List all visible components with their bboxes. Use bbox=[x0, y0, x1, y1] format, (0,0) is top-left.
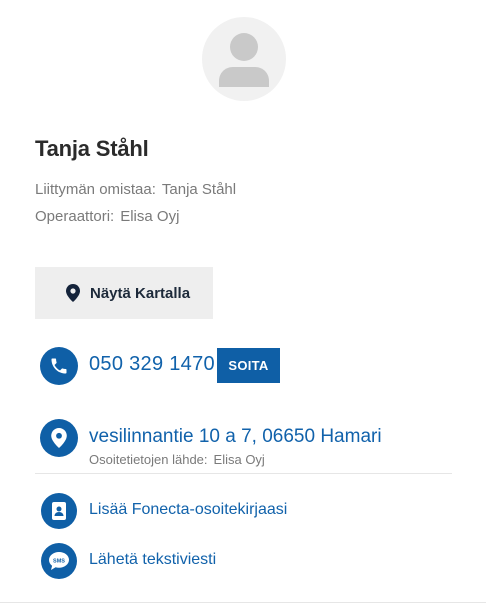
divider bbox=[35, 473, 452, 474]
show-on-map-button[interactable]: Näytä Kartalla bbox=[35, 267, 213, 319]
phone-number-link[interactable]: 050 329 1470 bbox=[89, 353, 215, 376]
phone-icon[interactable] bbox=[40, 347, 78, 385]
owner-row: Liittymän omistaa: Tanja Ståhl bbox=[35, 181, 236, 198]
owner-value: Tanja Ståhl bbox=[161, 181, 237, 198]
operator-label: Operaattori: bbox=[35, 208, 115, 225]
bottom-divider bbox=[0, 602, 486, 603]
person-icon bbox=[219, 33, 269, 87]
operator-row: Operaattori: Elisa Oyj bbox=[35, 208, 179, 225]
owner-label: Liittymän omistaa: bbox=[35, 181, 156, 198]
location-icon[interactable] bbox=[40, 419, 78, 457]
address-book-icon[interactable] bbox=[41, 493, 77, 529]
contact-name: Tanja Ståhl bbox=[35, 136, 149, 161]
avatar bbox=[202, 17, 286, 101]
call-button[interactable]: SOITA bbox=[217, 348, 280, 383]
sms-icon[interactable]: SMS bbox=[41, 543, 77, 579]
svg-text:SMS: SMS bbox=[53, 559, 65, 565]
map-pin-icon bbox=[66, 284, 80, 302]
add-to-address-book-link[interactable]: Lisää Fonecta-osoitekirjaasi bbox=[89, 501, 287, 519]
address-source-value: Elisa Oyj bbox=[213, 452, 265, 467]
address-source-label: Osoitetietojen lähde: bbox=[89, 452, 208, 467]
address-source: Osoitetietojen lähde: Elisa Oyj bbox=[89, 452, 265, 467]
send-sms-link[interactable]: Lähetä tekstiviesti bbox=[89, 551, 216, 569]
show-on-map-label: Näytä Kartalla bbox=[90, 284, 191, 302]
address-link[interactable]: vesilinnantie 10 a 7, 06650 Hamari bbox=[89, 426, 382, 448]
operator-value: Elisa Oyj bbox=[120, 208, 180, 225]
